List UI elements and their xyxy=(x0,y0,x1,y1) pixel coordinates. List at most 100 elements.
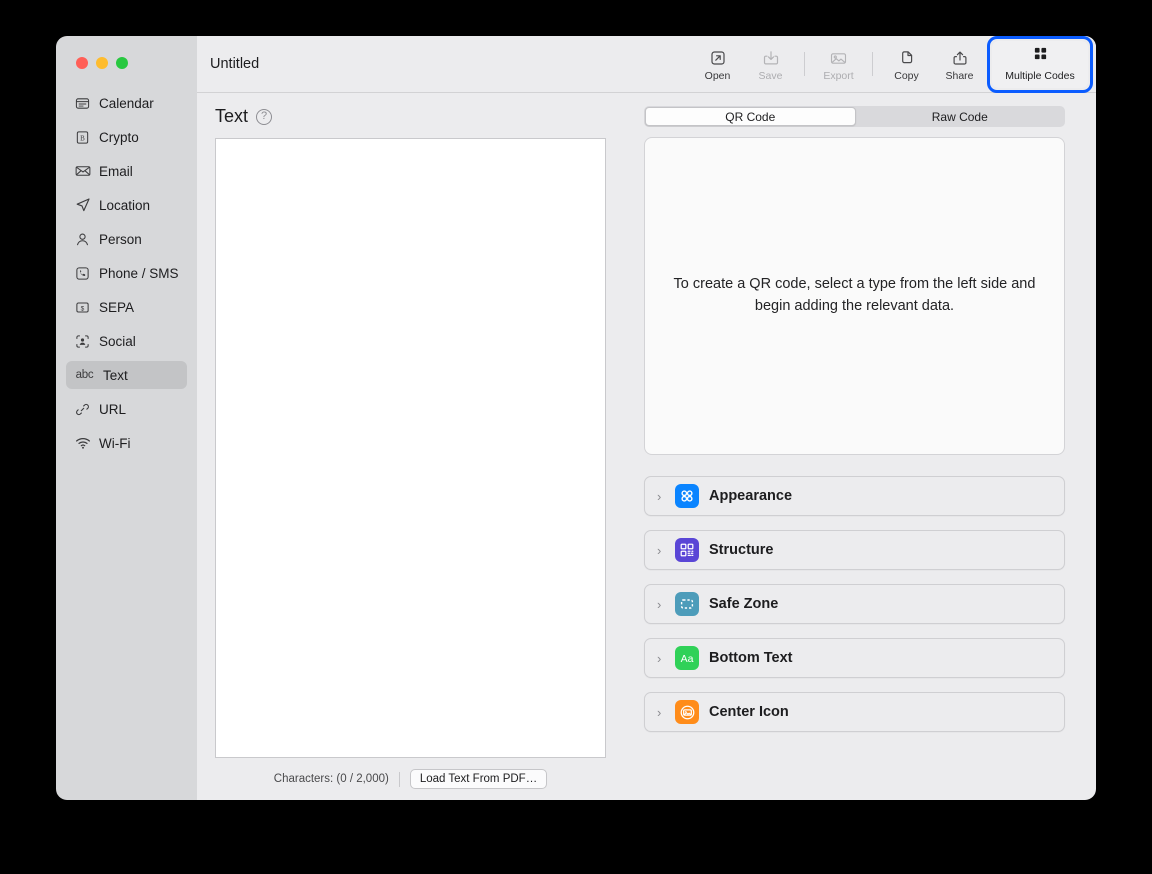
help-icon[interactable]: ? xyxy=(256,108,273,125)
bottom-text-icon: Aa xyxy=(675,646,699,670)
calendar-icon xyxy=(74,95,91,112)
section-label: Structure xyxy=(709,542,774,558)
section-label: Bottom Text xyxy=(709,650,793,666)
chevron-right-icon: › xyxy=(657,596,662,612)
sidebar-item-label: Crypto xyxy=(99,129,139,145)
multiple-codes-label: Multiple Codes xyxy=(1005,70,1075,82)
tab-raw-code[interactable]: Raw Code xyxy=(856,107,1065,126)
multiple-codes-wrapper: Multiple Codes xyxy=(987,36,1093,93)
location-arrow-icon xyxy=(74,197,91,214)
section-appearance[interactable]: › Appearance xyxy=(644,476,1065,516)
share-icon xyxy=(952,49,968,67)
sidebar-item-label: Calendar xyxy=(99,95,154,111)
sidebar-item-label: Text xyxy=(103,367,128,383)
text-input[interactable] xyxy=(215,138,606,758)
sidebar-item-label: Wi-Fi xyxy=(99,435,131,451)
sidebar-item-social[interactable]: Social xyxy=(66,327,187,355)
sidebar-item-label: SEPA xyxy=(99,299,135,315)
load-text-from-pdf-button[interactable]: Load Text From PDF… xyxy=(409,769,548,789)
svg-text:B: B xyxy=(80,134,85,142)
sidebar-item-phone-sms[interactable]: Phone / SMS xyxy=(66,259,187,287)
export-label: Export xyxy=(823,70,854,82)
section-label: Appearance xyxy=(709,488,793,504)
toolbar-share-group: Copy Share xyxy=(880,46,986,82)
share-button[interactable]: Share xyxy=(933,46,986,82)
copy-icon xyxy=(899,49,915,67)
multiple-codes-button[interactable]: Multiple Codes xyxy=(992,40,1088,88)
preview-pane: QR Code Raw Code To create a QR code, se… xyxy=(624,93,1096,800)
editor-header: Text ? xyxy=(215,106,606,138)
safe-zone-icon xyxy=(675,592,699,616)
main-area: Untitled Open Save Export Copy Share Mul… xyxy=(197,36,1096,800)
export-image-icon xyxy=(830,49,847,67)
character-count: Characters: (0 / 2,000) xyxy=(273,773,389,785)
page-title: Text xyxy=(215,106,249,126)
grid-squares-icon xyxy=(1033,46,1048,66)
copy-label: Copy xyxy=(894,70,919,82)
chevron-right-icon: › xyxy=(657,542,662,558)
settings-sections: › Appearance › Structure › Safe Zone › A… xyxy=(644,476,1065,732)
person-icon xyxy=(74,231,91,248)
content-body: Text ? Characters: (0 / 2,000) Load Text… xyxy=(197,93,1096,800)
zoom-button[interactable] xyxy=(116,57,128,69)
social-icon xyxy=(74,333,91,350)
sidebar-item-sepa[interactable]: $ SEPA xyxy=(66,293,187,321)
window-controls xyxy=(76,57,128,69)
sidebar-item-location[interactable]: Location xyxy=(66,191,187,219)
sidebar-item-label: Phone / SMS xyxy=(99,265,179,281)
crypto-icon: B xyxy=(74,129,91,146)
editor-footer: Characters: (0 / 2,000) Load Text From P… xyxy=(215,758,606,800)
phone-icon xyxy=(74,265,91,282)
toolbar-divider-2 xyxy=(872,52,873,76)
save-button[interactable]: Save xyxy=(744,46,797,82)
sidebar-item-wifi[interactable]: Wi-Fi xyxy=(66,429,187,457)
chevron-right-icon: › xyxy=(657,650,662,666)
open-button[interactable]: Open xyxy=(691,46,744,82)
sidebar-item-calendar[interactable]: Calendar xyxy=(66,89,187,117)
svg-text:Aa: Aa xyxy=(681,653,694,665)
wifi-icon xyxy=(74,435,91,452)
section-safe-zone[interactable]: › Safe Zone xyxy=(644,584,1065,624)
tab-qr-code[interactable]: QR Code xyxy=(645,107,856,126)
sidebar-item-person[interactable]: Person xyxy=(66,225,187,253)
export-button[interactable]: Export xyxy=(812,46,865,82)
link-icon xyxy=(74,401,91,418)
svg-text:$: $ xyxy=(81,305,85,312)
toolbar-file-group: Open Save xyxy=(691,46,797,82)
qr-preview-box: To create a QR code, select a type from … xyxy=(644,137,1065,455)
section-label: Safe Zone xyxy=(709,596,779,612)
chevron-right-icon: › xyxy=(657,488,662,504)
save-label: Save xyxy=(758,70,783,82)
toolbar-divider xyxy=(804,52,805,76)
close-button[interactable] xyxy=(76,57,88,69)
minimize-button[interactable] xyxy=(96,57,108,69)
qr-empty-message: To create a QR code, select a type from … xyxy=(673,276,1036,314)
sidebar-item-label: Email xyxy=(99,163,133,179)
sidebar-item-label: Location xyxy=(99,197,151,213)
sidebar-item-crypto[interactable]: B Crypto xyxy=(66,123,187,151)
section-bottom-text[interactable]: › Aa Bottom Text xyxy=(644,638,1065,678)
section-center-icon[interactable]: › Center Icon xyxy=(644,692,1065,732)
document-title: Untitled xyxy=(210,56,260,72)
copy-button[interactable]: Copy xyxy=(880,46,933,82)
chevron-right-icon: › xyxy=(657,704,662,720)
app-window: Calendar B Crypto Email Location Person … xyxy=(56,36,1096,800)
open-icon xyxy=(710,49,726,67)
footer-divider xyxy=(398,771,400,787)
text-editor-pane: Text ? Characters: (0 / 2,000) Load Text… xyxy=(197,93,624,800)
structure-qr-icon xyxy=(675,538,699,562)
sidebar-item-email[interactable]: Email xyxy=(66,157,187,185)
appearance-icon xyxy=(675,484,699,508)
abc-icon: abc xyxy=(75,369,94,381)
preview-mode-segmented-control: QR Code Raw Code xyxy=(644,106,1065,127)
sidebar-item-label: URL xyxy=(99,401,127,417)
sidebar-item-label: Social xyxy=(99,333,136,349)
envelope-icon xyxy=(74,163,91,180)
sidebar-item-url[interactable]: URL xyxy=(66,395,187,423)
section-structure[interactable]: › Structure xyxy=(644,530,1065,570)
center-icon-icon xyxy=(675,700,699,724)
toolbar: Untitled Open Save Export Copy Share Mul… xyxy=(197,36,1096,93)
sidebar-item-text[interactable]: abc Text xyxy=(66,361,187,389)
sidebar-item-label: Person xyxy=(99,231,142,247)
banknote-icon: $ xyxy=(74,299,91,316)
